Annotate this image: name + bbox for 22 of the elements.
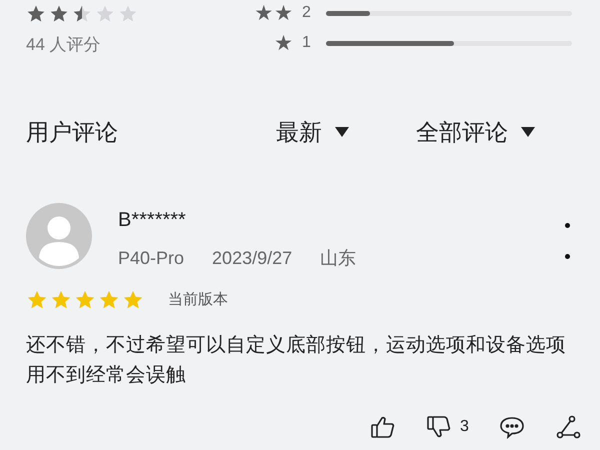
sort-dropdown[interactable]: 最新 bbox=[276, 114, 416, 150]
comment-icon[interactable] bbox=[498, 414, 525, 440]
rating-level: 2 bbox=[302, 3, 312, 23]
rating-count: 44 人评分 bbox=[26, 34, 101, 56]
rating-level: 1 bbox=[302, 33, 312, 53]
dislike-count: 3 bbox=[460, 417, 469, 437]
section-title: 用户评论 bbox=[26, 118, 119, 147]
star-icons: ★★ bbox=[254, 2, 294, 24]
caret-icon bbox=[520, 126, 536, 138]
filter-dropdown[interactable]: 全部评论 bbox=[416, 114, 536, 150]
avatar bbox=[26, 203, 92, 269]
location: 山东 bbox=[320, 247, 356, 270]
user-name: B******* bbox=[118, 208, 186, 233]
share-icon[interactable] bbox=[554, 414, 581, 440]
review-text: 还不错，不过希望可以自定义底部按钮，运动选项和设备选项用不到经常会误触 bbox=[25, 332, 567, 388]
version-label: 当前版本 bbox=[168, 290, 228, 310]
star-icons: ★ bbox=[274, 32, 294, 54]
caret-icon bbox=[334, 126, 350, 138]
thumbs-down-icon[interactable] bbox=[426, 414, 452, 440]
review-date: 2023/9/27 bbox=[212, 247, 292, 270]
device-model: P40-Pro bbox=[118, 247, 184, 270]
thumbs-up-icon[interactable] bbox=[370, 414, 396, 440]
